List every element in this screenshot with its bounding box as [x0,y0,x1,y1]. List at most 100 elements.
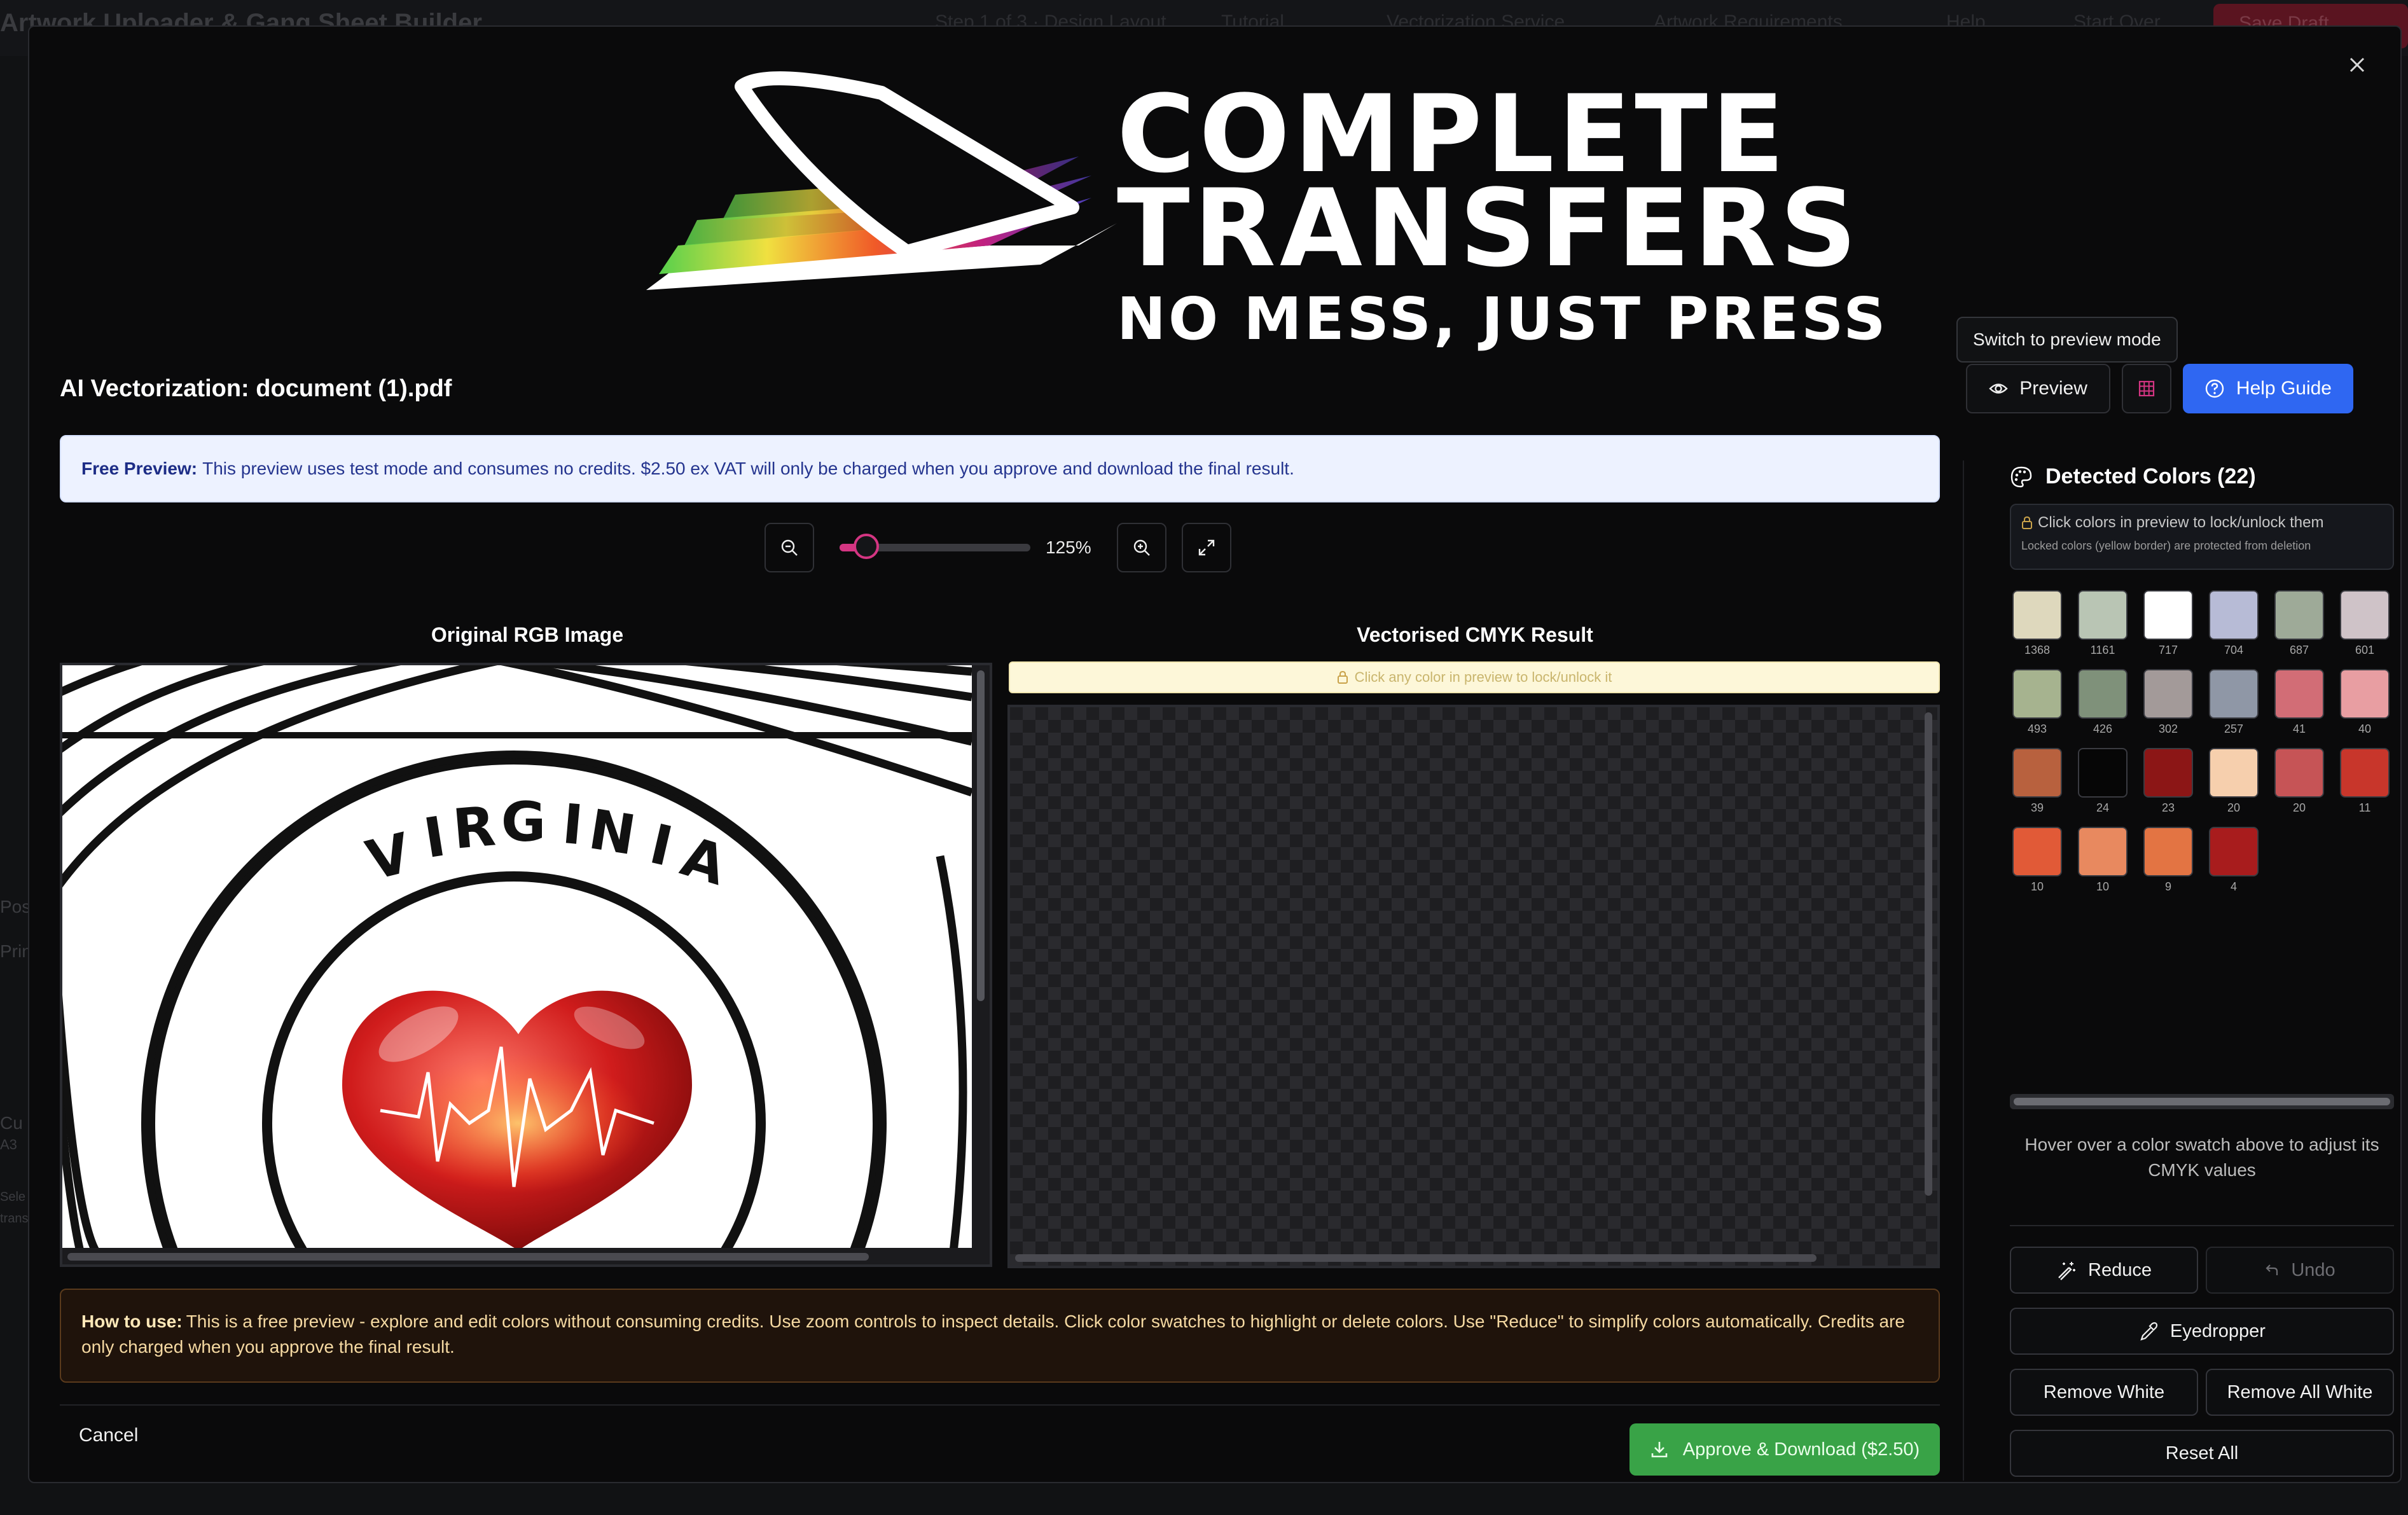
zoom-slider[interactable] [840,534,1030,559]
original-image-pane[interactable]: V I R G I N I A [60,663,992,1267]
color-swatch-count: 717 [2158,644,2178,656]
zoom-in-icon [1133,539,1150,556]
sidebar-scroll-thumb[interactable] [2014,1098,2390,1105]
color-swatch[interactable] [2340,748,2390,798]
color-swatch[interactable] [2078,669,2128,719]
eyedropper-label: Eyedropper [2170,1320,2266,1341]
color-swatch-count: 302 [2158,723,2178,735]
original-artwork: V I R G I N I A [62,665,972,1248]
color-swatch-item: 41 [2274,669,2324,736]
sidebar-horizontal-scrollbar[interactable] [2010,1094,2394,1109]
remove-all-white-button[interactable]: Remove All White [2206,1369,2394,1416]
background-left-fragment-1: Pos [0,897,31,917]
color-swatch-item: 11 [2340,748,2390,815]
color-swatch[interactable] [2274,748,2324,798]
how-to-use-label: How to use: [81,1311,183,1331]
lock-instructions-line1: Click colors in preview to lock/unlock t… [2021,514,2383,532]
transparency-checkerboard [1010,707,1937,1266]
color-swatch-item: 687 [2274,590,2324,657]
color-swatch[interactable] [2274,590,2324,640]
color-swatch-item: 9 [2143,827,2193,894]
svg-text:R: R [450,794,498,861]
how-to-use-text: This is a free preview - explore and edi… [81,1311,1905,1357]
color-swatch[interactable] [2143,748,2193,798]
close-icon [2349,57,2365,73]
footer-divider [60,1404,1940,1406]
color-swatch[interactable] [2143,827,2193,876]
wand-icon [2058,1262,2076,1280]
color-swatch[interactable] [2209,748,2259,798]
color-swatch-item: 601 [2340,590,2390,657]
color-swatch[interactable] [2078,748,2128,798]
close-button[interactable] [2337,45,2377,85]
approve-download-button[interactable]: Approve & Download ($2.50) [1630,1423,1940,1476]
original-vertical-scrollbar[interactable] [977,670,985,1001]
lock-instructions: Click colors in preview to lock/unlock t… [2010,504,2394,570]
detected-colors-title: Detected Colors (22) [2010,464,2256,489]
preview-button[interactable]: Preview [1966,364,2110,413]
help-guide-button[interactable]: Help Guide [2182,364,2353,413]
zoom-out-button[interactable] [765,523,814,572]
color-swatch[interactable] [2012,827,2062,876]
color-swatch-count: 257 [2224,723,2244,735]
undo-icon [2266,1264,2278,1275]
grid-icon [2138,380,2155,397]
color-swatch-item: 4 [2209,827,2259,894]
color-swatch-item: 23 [2143,748,2193,815]
color-swatch-count: 20 [2292,801,2306,814]
color-swatch-count: 687 [2289,644,2309,656]
color-swatch[interactable] [2078,827,2128,876]
zoom-slider-thumb[interactable] [854,534,879,559]
reset-all-label: Reset All [2165,1442,2239,1463]
remove-white-button[interactable]: Remove White [2010,1369,2198,1416]
color-swatch[interactable] [2340,669,2390,719]
color-swatch[interactable] [2274,669,2324,719]
color-swatch-item: 1161 [2078,590,2128,657]
color-swatch-count: 23 [2161,801,2175,814]
color-swatch-count: 601 [2355,644,2375,656]
color-swatch[interactable] [2209,827,2259,876]
eyedropper-button[interactable]: Eyedropper [2010,1308,2394,1355]
original-image-title: Original RGB Image [431,623,624,646]
fullscreen-button[interactable] [1182,523,1231,572]
brand-logo-mark [646,71,1117,290]
color-swatch-item: 10 [2078,827,2128,894]
background-left-fragment-6: trans [0,1212,29,1226]
original-horizontal-scrollbar[interactable] [67,1253,869,1261]
result-horizontal-scrollbar[interactable] [1015,1254,1816,1262]
color-swatch[interactable] [2012,669,2062,719]
color-swatch[interactable] [2078,590,2128,640]
reduce-button[interactable]: Reduce [2010,1247,2198,1294]
sidebar-separator [2010,1225,2394,1226]
vectorised-result-pane[interactable] [1007,705,1940,1268]
color-swatch[interactable] [2209,669,2259,719]
cancel-button[interactable]: Cancel [79,1425,138,1446]
fullscreen-icon [1198,539,1215,556]
lock-hint-text: Click any color in preview to lock/unloc… [1354,669,1612,685]
result-vertical-scrollbar[interactable] [1925,712,1932,1196]
background-left-fragment-4: A3 [0,1137,17,1152]
undo-button[interactable]: Undo [2206,1247,2394,1294]
how-to-use-box: How to use: This is a free preview - expl… [60,1289,1940,1383]
palette-icon [2010,466,2032,487]
color-swatch[interactable] [2143,590,2193,640]
color-swatch-count: 1368 [2024,644,2051,656]
color-swatch-count: 426 [2093,723,2113,735]
zoom-in-button[interactable] [1117,523,1166,572]
preview-mode-tooltip: Switch to preview mode [1956,317,2178,363]
color-swatch[interactable] [2143,669,2193,719]
color-swatch[interactable] [2012,748,2062,798]
lock-icon [1337,670,1348,684]
vectorization-modal: COMPLETE TRANSFERS NO MESS, JUST PRESS S… [28,25,2402,1483]
color-swatch-item: 1368 [2012,590,2062,657]
color-swatch[interactable] [2209,590,2259,640]
reset-all-button[interactable]: Reset All [2010,1430,2394,1477]
color-swatch[interactable] [2012,590,2062,640]
color-swatch-item: 704 [2209,590,2259,657]
remove-white-label: Remove White [2043,1381,2165,1402]
remove-all-white-label: Remove All White [2227,1381,2373,1402]
grid-view-button[interactable] [2121,364,2171,413]
color-swatch[interactable] [2340,590,2390,640]
lock-instructions-text: Click colors in preview to lock/unlock t… [2038,514,2324,531]
reduce-label: Reduce [2088,1259,2152,1280]
